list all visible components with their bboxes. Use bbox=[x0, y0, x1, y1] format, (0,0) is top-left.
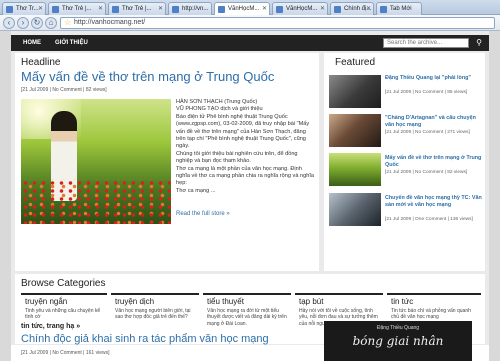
featured-item-meta: [21 Jul 2009 | No Comment | 82 views] bbox=[385, 170, 468, 175]
excerpt-line: Thơ ca mạng ... bbox=[176, 187, 216, 194]
favicon-icon bbox=[172, 6, 179, 13]
search-icon[interactable]: ⚲ bbox=[473, 37, 485, 49]
reload-icon[interactable]: ↻ bbox=[31, 17, 43, 29]
browser-tab[interactable]: Tab Mới bbox=[376, 2, 422, 15]
category-link[interactable]: tiểu thuyết bbox=[207, 297, 244, 306]
category-divider bbox=[387, 293, 481, 295]
featured-thumbnail[interactable] bbox=[329, 193, 381, 226]
favicon-icon bbox=[218, 6, 225, 13]
favicon-icon bbox=[380, 6, 387, 13]
tab-label: Tab Mới bbox=[390, 6, 412, 12]
category-divider bbox=[111, 293, 199, 295]
headline-article-title[interactable]: Mấy vấn đề về thơ trên mạng ở Trung Quốc bbox=[21, 69, 274, 84]
browser-tab[interactable]: Thơ Tr... ✕ bbox=[2, 2, 46, 15]
browser-tab[interactable]: http://vn... bbox=[168, 2, 212, 15]
book-author: Đặng Thiều Quang bbox=[376, 325, 420, 331]
image-flowers bbox=[21, 179, 171, 224]
category-link[interactable]: tạp bút bbox=[299, 297, 323, 306]
close-tab-icon[interactable]: ✕ bbox=[320, 3, 325, 15]
featured-item-title[interactable]: Chuyến đề văn học mạng thỳ TC: Văn sản m… bbox=[385, 195, 483, 208]
category-description: Văn học mạng người biên giới, tại sao th… bbox=[115, 308, 191, 321]
category-description: Văn học mạng ra đời từ một tiểu thuyết đ… bbox=[207, 308, 287, 327]
favicon-icon bbox=[112, 6, 119, 13]
close-tab-icon[interactable]: ✕ bbox=[366, 3, 371, 15]
category-divider bbox=[203, 293, 291, 295]
browser-tab[interactable]: Thơ Trẻ |... ✕ bbox=[48, 2, 106, 15]
headline-article-image[interactable] bbox=[21, 99, 171, 224]
featured-item-meta: [21 Jul 2009 | One Comment | 136 views] bbox=[385, 217, 473, 222]
featured-item-meta: [21 Jul 2009 | No Comment | 85 views] bbox=[385, 90, 468, 95]
browser-tab-strip: Thơ Tr... ✕ Thơ Trẻ |... ✕ Thơ Trẻ |... ✕ h… bbox=[0, 0, 500, 16]
page-content: HOME GIỚI THIỆU Search the archive... ⚲ … bbox=[11, 31, 489, 361]
address-bar[interactable]: ☆ http://vanhocmang.net/ bbox=[60, 17, 495, 29]
headline-section-label: Headline bbox=[21, 57, 61, 68]
home-icon[interactable]: ⌂ bbox=[45, 17, 57, 29]
category-description: Tinh yêu và những câu chuyện kể tình cờ bbox=[25, 308, 101, 321]
book-title: bóng giai nhân bbox=[352, 334, 444, 348]
browser-tab[interactable]: Thơ Trẻ |... ✕ bbox=[108, 2, 166, 15]
nav-home-link[interactable]: HOME bbox=[23, 35, 41, 51]
featured-item-title[interactable]: Mấy vấn đề về thơ trên mạng ở Trung Quốc bbox=[385, 155, 483, 168]
excerpt-line: Thơ ca mạng là một phần của văn học mạng… bbox=[176, 165, 315, 187]
browse-section-label: Browse Categories bbox=[21, 278, 106, 289]
search-input[interactable]: Search the archive... bbox=[383, 38, 469, 48]
featured-thumbnail[interactable] bbox=[329, 153, 381, 186]
favicon-icon bbox=[52, 6, 59, 13]
read-more-link[interactable]: Read the full store » bbox=[176, 211, 230, 217]
featured-section-label: Featured bbox=[335, 57, 376, 68]
browser-tab[interactable]: VănHọcM... ✕ bbox=[272, 2, 328, 15]
latest-article-title[interactable]: Chính độc giả khai sinh ra tác phẩm văn … bbox=[21, 333, 269, 345]
close-tab-icon[interactable]: ✕ bbox=[158, 3, 163, 15]
close-tab-icon[interactable]: ✕ bbox=[38, 3, 43, 15]
excerpt-line: Chúng tôi giới thiệu bài nghiên cứu trên… bbox=[176, 150, 298, 165]
favicon-icon bbox=[276, 6, 283, 13]
category-link[interactable]: truyện dịch bbox=[115, 297, 154, 306]
tab-label: Thơ Trẻ |... bbox=[62, 6, 92, 12]
latest-meta: [21 Jul 2009 | No Comment | 161 views] bbox=[21, 350, 110, 356]
excerpt-line: Báo điện tử Phê bình nghệ thuật Trung Qu… bbox=[176, 113, 310, 150]
featured-item-title[interactable]: "Chàng D'Artagnan" và câu chuyện văn học… bbox=[385, 115, 483, 128]
site-navigation: HOME GIỚI THIỆU Search the archive... ⚲ bbox=[11, 35, 489, 51]
close-tab-icon[interactable]: ✕ bbox=[98, 3, 103, 15]
category-divider bbox=[21, 293, 107, 295]
category-link[interactable]: tin tức bbox=[391, 297, 413, 306]
tab-label: Thơ Trẻ |... bbox=[122, 6, 152, 12]
favicon-icon bbox=[334, 6, 341, 13]
close-tab-icon[interactable]: ✕ bbox=[262, 3, 267, 15]
headline-meta: [21 Jul 2009 | No Comment | 82 views] bbox=[21, 87, 107, 93]
browser-toolbar: ‹ › ↻ ⌂ ☆ http://vanhocmang.net/ bbox=[0, 15, 500, 31]
nav-about-link[interactable]: GIỚI THIỆU bbox=[55, 35, 88, 51]
category-description: Tin tức báo chí và phỏng vấn quanh chủ đ… bbox=[391, 308, 471, 321]
browser-tab[interactable]: Chính đị... ✕ bbox=[330, 2, 374, 15]
tab-label: VănHọcM... bbox=[286, 6, 318, 12]
tab-label: VănHọcM... bbox=[228, 6, 260, 12]
tab-label: http://vn... bbox=[182, 6, 209, 12]
tab-label: Thơ Tr... bbox=[16, 6, 39, 12]
featured-thumbnail[interactable] bbox=[329, 75, 381, 108]
favicon-icon bbox=[6, 6, 13, 13]
featured-thumbnail[interactable] bbox=[329, 114, 381, 147]
headline-article-excerpt: HÀN SƠN THẠCH (Trung Quốc) VŨ PHONG TẠO … bbox=[176, 99, 314, 195]
latest-book-cover-image[interactable]: Đặng Thiều Quang bóng giai nhân bbox=[324, 321, 472, 361]
category-link[interactable]: truyện ngắn bbox=[25, 297, 67, 306]
bookmark-star-icon[interactable]: ☆ bbox=[64, 18, 71, 28]
featured-item-title[interactable]: Đặng Thiều Quang lại "phải lòng" bbox=[385, 75, 483, 82]
forward-icon[interactable]: › bbox=[17, 17, 29, 29]
excerpt-line: VŨ PHONG TẠO dịch và giới thiệu bbox=[176, 106, 263, 113]
url-text: http://vanhocmang.net/ bbox=[74, 19, 146, 26]
featured-item-meta: [21 Jul 2009 | No Comment | 271 views] bbox=[385, 130, 470, 135]
back-icon[interactable]: ‹ bbox=[3, 17, 15, 29]
browser-tab-active[interactable]: VănHọcM... ✕ bbox=[214, 2, 270, 16]
category-divider bbox=[295, 293, 383, 295]
latest-breadcrumb[interactable]: tin tức, trang hạ » bbox=[21, 323, 80, 330]
